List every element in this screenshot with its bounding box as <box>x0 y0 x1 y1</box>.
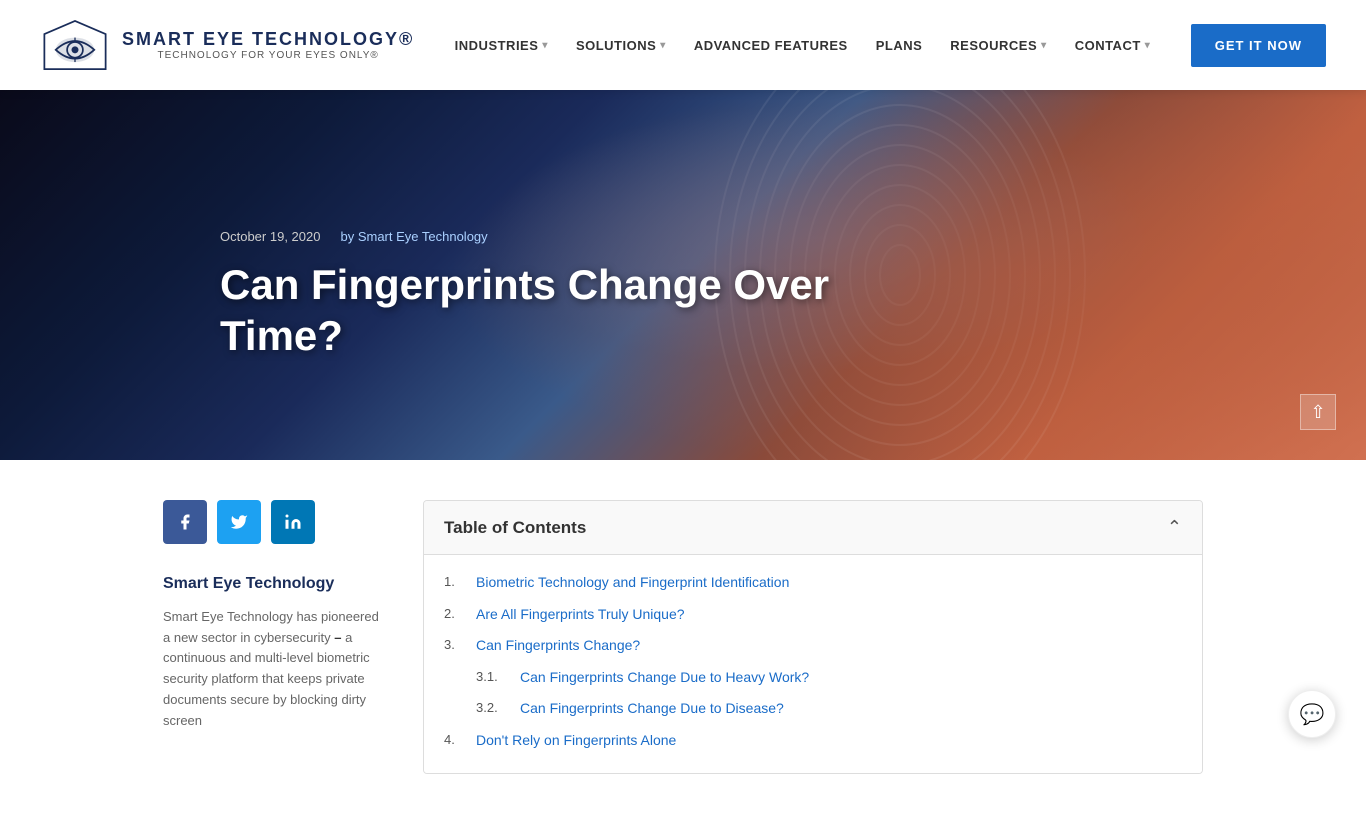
post-author: by Smart Eye Technology <box>340 229 487 244</box>
toc-text-4: Don't Rely on Fingerprints Alone <box>476 731 676 751</box>
logo-area: SMART EYE TECHNOLOGY® TECHNOLOGY FOR YOU… <box>40 15 414 75</box>
author-bio: Smart Eye Technology has pioneered a new… <box>163 607 383 732</box>
hero-section: October 19, 2020 by Smart Eye Technology… <box>0 90 1366 460</box>
chevron-down-icon: ▾ <box>542 40 548 51</box>
toc-text-3-1: Can Fingerprints Change Due to Heavy Wor… <box>520 668 809 688</box>
author-card: Smart Eye Technology Smart Eye Technolog… <box>163 574 383 732</box>
toc-item-3[interactable]: 3. Can Fingerprints Change? <box>444 630 1182 662</box>
navbar: SMART EYE TECHNOLOGY® TECHNOLOGY FOR YOU… <box>0 0 1366 90</box>
brand-tagline: TECHNOLOGY FOR YOUR EYES ONLY® <box>122 50 414 61</box>
chevron-down-icon: ▾ <box>660 40 666 51</box>
linkedin-icon <box>284 513 302 531</box>
toc-num-4: 4. <box>444 731 468 749</box>
toc-num-2: 2. <box>444 605 468 623</box>
toc-collapse-icon: ⌃ <box>1167 517 1182 538</box>
post-date: October 19, 2020 <box>220 229 320 244</box>
author-name: Smart Eye Technology <box>163 574 383 595</box>
chat-icon: 💬 <box>1300 702 1325 727</box>
toc-item-3-2[interactable]: 3.2. Can Fingerprints Change Due to Dise… <box>444 693 1182 725</box>
toc-item-2[interactable]: 2. Are All Fingerprints Truly Unique? <box>444 599 1182 631</box>
share-linkedin-button[interactable] <box>271 500 315 544</box>
nav-item-plans[interactable]: PLANS <box>864 30 935 61</box>
toc-num-3-1: 3.1. <box>476 668 512 686</box>
toc-item-4[interactable]: 4. Don't Rely on Fingerprints Alone <box>444 725 1182 757</box>
nav-item-advanced[interactable]: ADVANCED FEATURES <box>682 30 860 61</box>
toc-list: 1. Biometric Technology and Fingerprint … <box>424 555 1202 773</box>
page-title: Can Fingerprints Change Over Time? <box>220 260 920 361</box>
sidebar: Smart Eye Technology Smart Eye Technolog… <box>163 500 383 774</box>
chat-widget[interactable]: 💬 <box>1288 690 1336 738</box>
toc-item-3-1[interactable]: 3.1. Can Fingerprints Change Due to Heav… <box>444 662 1182 694</box>
toc-text-2: Are All Fingerprints Truly Unique? <box>476 605 685 625</box>
logo-text: SMART EYE TECHNOLOGY® TECHNOLOGY FOR YOU… <box>122 29 414 61</box>
nav-links: INDUSTRIES ▾ SOLUTIONS ▾ ADVANCED FEATUR… <box>443 30 1163 61</box>
share-buttons <box>163 500 383 544</box>
nav-item-resources[interactable]: RESOURCES ▾ <box>938 30 1058 61</box>
hero-content: October 19, 2020 by Smart Eye Technology… <box>0 189 920 361</box>
nav-item-solutions[interactable]: SOLUTIONS ▾ <box>564 30 678 61</box>
share-twitter-button[interactable] <box>217 500 261 544</box>
toc-text-3-2: Can Fingerprints Change Due to Disease? <box>520 699 784 719</box>
main-content: Smart Eye Technology Smart Eye Technolog… <box>83 460 1283 834</box>
get-it-now-button[interactable]: GET IT NOW <box>1191 24 1326 67</box>
toc-text-3: Can Fingerprints Change? <box>476 636 640 656</box>
facebook-icon <box>176 513 194 531</box>
toc-container: Table of Contents ⌃ 1. Biometric Technol… <box>423 500 1203 774</box>
twitter-icon <box>230 513 248 531</box>
toc-num-3: 3. <box>444 636 468 654</box>
logo-icon <box>40 15 110 75</box>
toc-item-1[interactable]: 1. Biometric Technology and Fingerprint … <box>444 567 1182 599</box>
nav-item-contact[interactable]: CONTACT ▾ <box>1063 30 1163 61</box>
nav-item-industries[interactable]: INDUSTRIES ▾ <box>443 30 560 61</box>
toc-box: Table of Contents ⌃ 1. Biometric Technol… <box>423 500 1203 774</box>
toc-text-1: Biometric Technology and Fingerprint Ide… <box>476 573 789 593</box>
toc-num-1: 1. <box>444 573 468 591</box>
chevron-down-icon: ▾ <box>1041 40 1047 51</box>
brand-name: SMART EYE TECHNOLOGY® <box>122 29 414 50</box>
scroll-up-arrow[interactable]: ⇧ <box>1300 394 1336 430</box>
toc-num-3-2: 3.2. <box>476 699 512 717</box>
hero-meta: October 19, 2020 by Smart Eye Technology <box>220 229 920 244</box>
toc-title: Table of Contents <box>444 518 586 538</box>
toc-header[interactable]: Table of Contents ⌃ <box>424 501 1202 555</box>
share-facebook-button[interactable] <box>163 500 207 544</box>
chevron-down-icon: ▾ <box>1145 40 1151 51</box>
